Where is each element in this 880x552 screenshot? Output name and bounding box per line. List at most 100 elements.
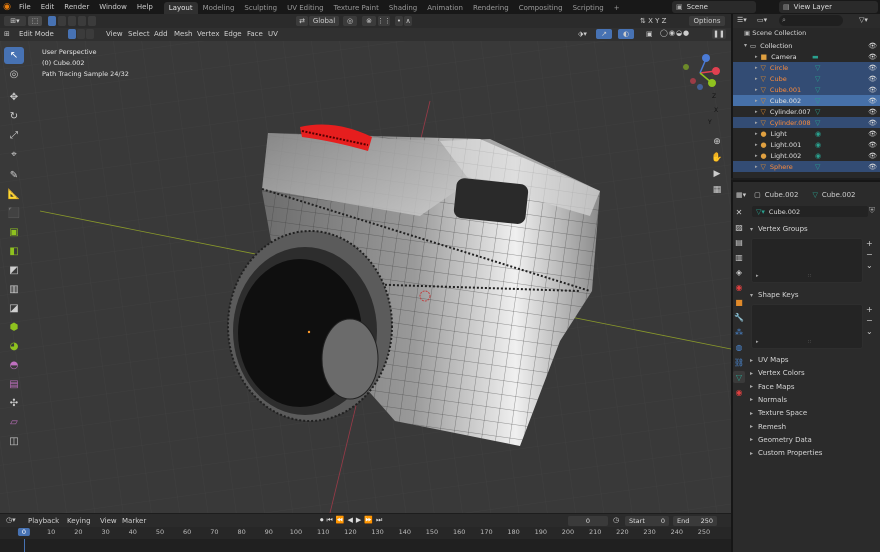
eye-icon[interactable]: 👁	[868, 86, 877, 94]
object-tab-icon[interactable]: ■	[733, 296, 745, 308]
eye-icon[interactable]: 👁	[868, 75, 877, 83]
menu-file[interactable]: File	[14, 3, 36, 11]
tab-shading[interactable]: Shading	[384, 2, 422, 14]
jump-end-icon[interactable]: ⏭	[376, 516, 382, 525]
mesh-data-icon[interactable]: ▽	[815, 108, 820, 116]
menu-uv[interactable]: UV	[268, 30, 278, 38]
menu-render[interactable]: Render	[59, 3, 94, 11]
tab-scripting[interactable]: Scripting	[568, 2, 609, 14]
scene-tab-icon[interactable]: ◈	[733, 266, 745, 278]
panel-collapsed[interactable]: ▸ Face Maps	[750, 381, 880, 393]
end-frame-field[interactable]: End 250	[673, 516, 717, 526]
outliner-item[interactable]: ▸ ● Light.002 ◉ 👁	[733, 150, 880, 161]
annotate-tool-icon[interactable]: ✎	[4, 167, 24, 184]
mesh-data-icon[interactable]: ▽	[815, 64, 820, 72]
outliner-item[interactable]: ▸ ▽ Cube ▽ 👁	[733, 73, 880, 84]
panel-collapsed[interactable]: ▸ Remesh	[750, 421, 880, 433]
timeline-body[interactable]	[0, 539, 731, 552]
proportional-edit-icon[interactable]: •	[395, 16, 403, 26]
mirror-axes[interactable]: ⇅ X Y Z	[640, 17, 666, 25]
collection-row[interactable]: ▾ ▭ Collection 👁	[733, 40, 880, 51]
eye-icon[interactable]: 👁	[868, 42, 877, 50]
outliner-item[interactable]: ▸ ▽ Sphere ▽ 👁	[733, 161, 880, 172]
data-tab-icon[interactable]: ▽	[733, 371, 745, 383]
camera-data-icon[interactable]: ▬	[812, 53, 819, 61]
outliner-item[interactable]: ▸ ■ Camera ▬ 👁	[733, 51, 880, 62]
expand-arrow-icon[interactable]: ▸	[755, 54, 758, 60]
visibility-icon[interactable]: ⬗▾	[578, 30, 587, 38]
transform-tool-icon[interactable]: ⌖	[4, 146, 24, 163]
tab-sculpting[interactable]: Sculpting	[239, 2, 282, 14]
ortho-grid-icon[interactable]: ▦	[713, 185, 722, 195]
list-resize-grip-icon[interactable]: ∷	[808, 273, 811, 279]
prev-keyframe-icon[interactable]: ⏪	[336, 516, 345, 525]
blender-logo-icon[interactable]: ◉	[0, 0, 14, 14]
jump-start-icon[interactable]: ⏮	[327, 516, 333, 525]
editor-type-3d-icon[interactable]: ⊞	[4, 30, 10, 38]
extrude-tool-icon[interactable]: ▣	[4, 224, 24, 241]
menu-playback[interactable]: Playback	[28, 517, 59, 525]
eye-icon[interactable]: 👁	[868, 163, 877, 171]
material-tab-icon[interactable]: ◉	[733, 386, 745, 398]
view-layer-selector[interactable]: ▤ View Layer	[779, 1, 878, 13]
menu-mesh[interactable]: Mesh	[174, 30, 192, 38]
expand-arrow-icon[interactable]: ▸	[755, 164, 758, 170]
edge-select-icon[interactable]	[77, 29, 85, 39]
eye-icon[interactable]: 👁	[868, 119, 877, 127]
panel-collapsed[interactable]: ▸ Geometry Data	[750, 434, 880, 446]
outliner-item[interactable]: ▸ ▽ Cube.002 ▽ 👁	[733, 95, 880, 106]
record-icon[interactable]: ⏺	[320, 516, 324, 525]
light-data-icon[interactable]: ◉	[815, 152, 821, 160]
menu-window[interactable]: Window	[94, 3, 132, 11]
add-cube-tool-icon[interactable]: ⬛	[4, 205, 24, 222]
poly-build-tool-icon[interactable]: ⬢	[4, 319, 24, 336]
scene-selector[interactable]: ▣ Scene	[672, 1, 756, 13]
proportional-falloff-icon[interactable]: ∧	[404, 16, 412, 26]
outliner-item[interactable]: ▸ ▽ Circle ▽ 👁	[733, 62, 880, 73]
outliner-item[interactable]: ▸ ● Light.001 ◉ 👁	[733, 139, 880, 150]
mode-selector[interactable]: Edit Mode	[19, 30, 54, 38]
tool-tab-icon[interactable]: ✕	[733, 206, 745, 218]
3d-viewport[interactable]: User Perspective (0) Cube.002 Path Traci…	[0, 41, 731, 513]
light-data-icon[interactable]: ◉	[815, 130, 821, 138]
select-mode-intersect-icon[interactable]	[88, 16, 96, 26]
expand-arrow-icon[interactable]: ▸	[755, 65, 758, 71]
select-box-tool-icon[interactable]: ↖	[4, 47, 24, 64]
expand-arrow-icon[interactable]: ▸	[755, 109, 758, 115]
vertex-select-icon[interactable]	[68, 29, 76, 39]
edge-slide-tool-icon[interactable]: ▤	[4, 376, 24, 393]
tab-uv-editing[interactable]: UV Editing	[282, 2, 329, 14]
shape-keys-list[interactable]: ▸ ∷	[751, 304, 863, 349]
pause-render-icon[interactable]: ❚❚	[712, 29, 726, 39]
tab-animation[interactable]: Animation	[422, 2, 468, 14]
scene-collection-row[interactable]: ▣ Scene Collection	[744, 29, 806, 37]
smooth-tool-icon[interactable]: ◓	[4, 357, 24, 374]
modifier-tab-icon[interactable]: 🔧	[733, 311, 745, 323]
menu-edge[interactable]: Edge	[224, 30, 242, 38]
timeline-editor-icon[interactable]: ◷▾	[6, 516, 16, 524]
world-tab-icon[interactable]: ◉	[733, 281, 745, 293]
add-vertex-group-button[interactable]: +	[866, 238, 876, 249]
expand-arrow-icon[interactable]: ▸	[755, 98, 758, 104]
output-tab-icon[interactable]: ▤	[733, 236, 745, 248]
mesh-data-icon[interactable]: ▽	[815, 163, 820, 171]
zoom-icon[interactable]: ⊕	[713, 137, 721, 147]
rip-tool-icon[interactable]: ◫	[4, 433, 24, 450]
menu-vertex[interactable]: Vertex	[197, 30, 220, 38]
bevel-tool-icon[interactable]: ◩	[4, 262, 24, 279]
current-frame-field[interactable]: 0	[568, 516, 608, 526]
properties-editor-icon[interactable]: ▦▾	[736, 191, 746, 199]
tab-texture-paint[interactable]: Texture Paint	[329, 2, 384, 14]
view-layer-tab-icon[interactable]: ▥	[733, 251, 745, 263]
expand-arrow-icon[interactable]: ▸	[755, 87, 758, 93]
eye-icon[interactable]: 👁	[868, 152, 877, 160]
select-mode-subtract-icon[interactable]	[68, 16, 76, 26]
fake-user-shield-icon[interactable]: ⛨	[869, 206, 875, 216]
mesh-data-icon[interactable]: ▽	[815, 75, 820, 83]
outliner-search-input[interactable]: ⌕	[779, 15, 843, 26]
render-tab-icon[interactable]: ▨	[733, 221, 745, 233]
transform-pivot-icon[interactable]: ⇄	[296, 16, 308, 26]
filter-icon[interactable]: ▽▾	[859, 16, 868, 24]
datablock-field[interactable]: ▽▾ Cube.002	[752, 206, 868, 217]
physics-tab-icon[interactable]: ◍	[733, 341, 745, 353]
